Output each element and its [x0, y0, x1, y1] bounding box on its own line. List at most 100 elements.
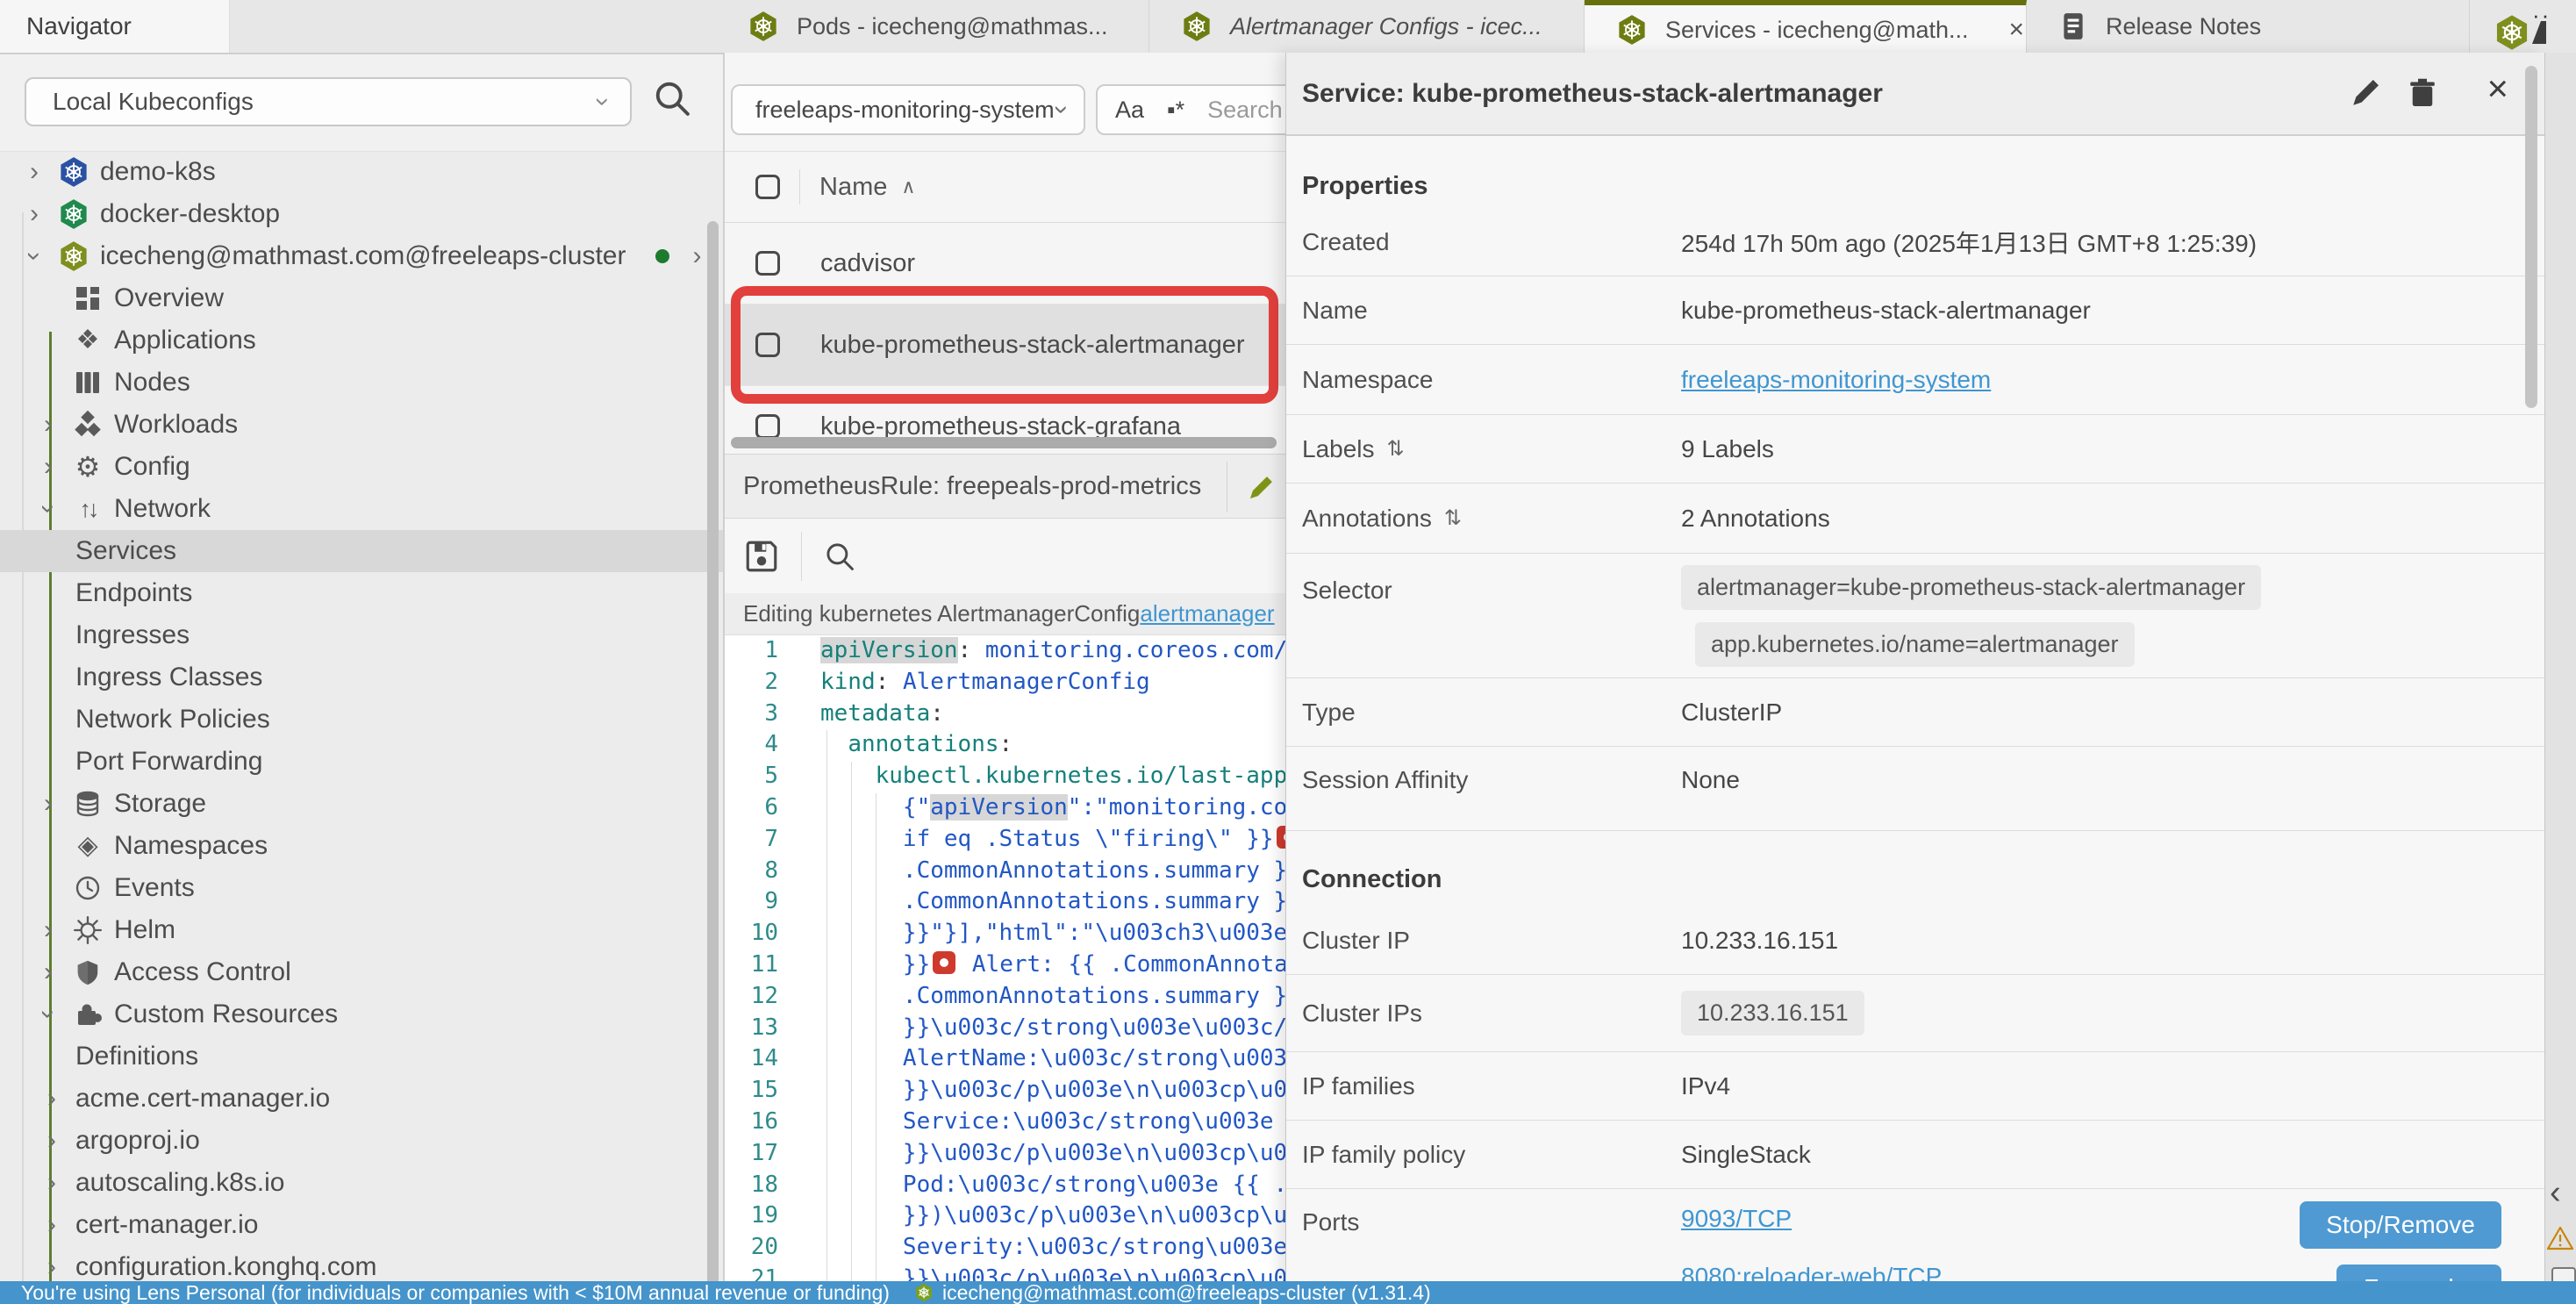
sidebar-item-overview[interactable]: Overview: [0, 277, 724, 319]
edit-icon[interactable]: [1245, 470, 1278, 504]
drawer-scrollbar[interactable]: [2525, 66, 2537, 408]
code-line-13[interactable]: 13 }}\u003c/strong\u003e\u003c/h3: [724, 1013, 1285, 1044]
sidebar-item-config[interactable]: ›⚙Config: [0, 446, 724, 488]
chevron-down-icon[interactable]: ›: [21, 243, 47, 269]
match-case-icon[interactable]: Aa: [1115, 97, 1144, 124]
sidebar-item-access-control[interactable]: ›Access Control: [0, 951, 724, 993]
save-icon[interactable]: [743, 538, 780, 575]
tab-services[interactable]: Services - icecheng@math... ×: [1585, 0, 2027, 54]
chevron-right-icon[interactable]: ›: [35, 917, 61, 943]
sidebar-item-ingress-classes[interactable]: Ingress Classes: [0, 656, 724, 699]
tab-pods[interactable]: Pods - icecheng@mathmas...: [716, 0, 1149, 53]
sidebar-item-applications[interactable]: ❖Applications: [0, 319, 724, 362]
chevron-right-icon[interactable]: ›: [39, 1128, 65, 1154]
sort-asc-icon[interactable]: ∧: [901, 176, 915, 198]
kubeconfig-select[interactable]: Local Kubeconfigs ›: [25, 77, 632, 126]
sidebar-item-storage[interactable]: ›Storage: [0, 783, 724, 825]
chevron-down-icon[interactable]: ›: [35, 1001, 61, 1028]
code-line-14[interactable]: 14 AlertName:\u003c/strong\u003e {: [724, 1043, 1285, 1075]
search-icon[interactable]: [649, 75, 695, 121]
chevron-right-icon[interactable]: ›: [692, 243, 701, 269]
horizontal-scrollbar[interactable]: [731, 437, 1277, 448]
warning-icon[interactable]: [2546, 1225, 2574, 1251]
code-line-17[interactable]: 17 }}\u003c/p\u003e\n\u003cp\u003: [724, 1138, 1285, 1170]
chevron-right-icon[interactable]: ›: [35, 412, 61, 438]
name-column-header[interactable]: Name: [819, 173, 887, 202]
select-all-checkbox[interactable]: [755, 175, 780, 199]
chevron-right-icon[interactable]: ›: [21, 159, 47, 185]
code-line-15[interactable]: 15 }}\u003c/p\u003e\n\u003cp\u003: [724, 1075, 1285, 1107]
sidebar-item-namespaces[interactable]: ◈Namespaces: [0, 825, 724, 867]
chevron-right-icon[interactable]: ›: [35, 791, 61, 817]
sidebar-item-configuration-konghq-com[interactable]: ›configuration.konghq.com: [0, 1246, 724, 1281]
sidebar-item-endpoints[interactable]: Endpoints: [0, 572, 724, 614]
chevron-right-icon[interactable]: ›: [39, 1085, 65, 1112]
expand-toggle-icon[interactable]: ⇅: [1387, 436, 1405, 462]
chevron-right-icon[interactable]: ›: [21, 201, 47, 227]
port-8080-link[interactable]: 8080:reloader-web/TCP: [1681, 1263, 1942, 1281]
chevron-right-icon[interactable]: ›: [35, 454, 61, 480]
yaml-editor[interactable]: 1apiVersion: monitoring.coreos.com/v1alp…: [724, 635, 1285, 1281]
sidebar-item-argoproj-io[interactable]: ›argoproj.io: [0, 1120, 724, 1162]
code-line-5[interactable]: 5 kubectl.kubernetes.io/last-applied-con…: [724, 761, 1285, 792]
sidebar-item-network-policies[interactable]: Network Policies: [0, 699, 724, 741]
tab-release-notes[interactable]: Release Notes: [2027, 0, 2470, 53]
port-9093-link[interactable]: 9093/TCP: [1681, 1205, 1792, 1233]
sidebar-item-services[interactable]: Services: [0, 530, 724, 572]
chevron-right-icon[interactable]: ›: [39, 1170, 65, 1196]
sidebar-item-definitions[interactable]: Definitions: [0, 1035, 724, 1078]
code-line-7[interactable]: 7 if eq .Status \"firing\" }}: [724, 824, 1285, 856]
close-icon[interactable]: ×: [2487, 70, 2508, 107]
regex-icon[interactable]: ▪*: [1167, 97, 1184, 124]
sidebar-item-nodes[interactable]: Nodes: [0, 362, 724, 404]
code-line-1[interactable]: 1apiVersion: monitoring.coreos.com/v1alp…: [724, 635, 1285, 667]
sidebar-item-workloads[interactable]: ›Workloads: [0, 404, 724, 446]
row-checkbox[interactable]: [755, 414, 780, 439]
code-line-10[interactable]: 10 }}"}],"html":"\u003ch3\u003e\u: [724, 918, 1285, 949]
stop-remove-button[interactable]: Stop/Remove: [2300, 1201, 2501, 1249]
sidebar-scrollbar[interactable]: [707, 221, 719, 1296]
close-icon[interactable]: ×: [2009, 17, 2025, 43]
row-checkbox[interactable]: [755, 251, 780, 276]
chevron-left-icon[interactable]: ‹: [2550, 1174, 2561, 1212]
sidebar-item-icecheng-mathmast-com-freeleaps-cluster[interactable]: ›icecheng@mathmast.com@freeleaps-cluster…: [0, 235, 724, 277]
code-line-21[interactable]: 21 }}\u003c/p\u003e\n\u003cp\u003: [724, 1264, 1285, 1281]
sidebar-item-demo-k8s[interactable]: ›demo-k8s: [0, 151, 724, 193]
code-line-3[interactable]: 3metadata:: [724, 699, 1285, 730]
code-line-4[interactable]: 4 annotations:: [724, 729, 1285, 761]
sidebar-item-events[interactable]: Events: [0, 867, 724, 909]
code-line-20[interactable]: 20 Severity:\u003c/strong\u003e {: [724, 1232, 1285, 1264]
forward-button[interactable]: Forward...: [2336, 1265, 2501, 1281]
code-line-9[interactable]: 9 .CommonAnnotations.summary }}-: [724, 886, 1285, 918]
tab-alertmanager-configs[interactable]: Alertmanager Configs - icec...: [1149, 0, 1585, 53]
chevron-right-icon[interactable]: ›: [39, 1212, 65, 1238]
trash-icon[interactable]: [2405, 75, 2440, 111]
namespace-select[interactable]: freeleaps-monitoring-system ›: [731, 84, 1085, 135]
sidebar-item-docker-desktop[interactable]: ›docker-desktop: [0, 193, 724, 235]
expand-toggle-icon[interactable]: ⇅: [1444, 505, 1462, 531]
code-line-11[interactable]: 11 }} Alert: {{ .CommonAnnotations: [724, 949, 1285, 981]
sidebar-item-custom-resources[interactable]: ›Custom Resources: [0, 993, 724, 1035]
code-line-18[interactable]: 18 Pod:\u003c/strong\u003e {{ .Co: [724, 1170, 1285, 1201]
code-line-12[interactable]: 12 .CommonAnnotations.summary }}-: [724, 981, 1285, 1013]
code-line-16[interactable]: 16 Service:\u003c/strong\u003e {{: [724, 1107, 1285, 1138]
code-line-6[interactable]: 6 {"apiVersion":"monitoring.coreos.com/v…: [724, 792, 1285, 824]
code-line-19[interactable]: 19 }})\u003c/p\u003e\n\u003cp\u00: [724, 1200, 1285, 1232]
sidebar-item-network[interactable]: ›↑↓Network: [0, 488, 724, 530]
chevron-right-icon[interactable]: ›: [35, 959, 61, 985]
sidebar-item-cert-manager-io[interactable]: ›cert-manager.io: [0, 1204, 724, 1246]
chevron-right-icon[interactable]: ›: [39, 1254, 65, 1280]
sidebar-item-port-forwarding[interactable]: Port Forwarding: [0, 741, 724, 783]
sidebar-item-acme-cert-manager-io[interactable]: ›acme.cert-manager.io: [0, 1078, 724, 1120]
sidebar-item-autoscaling-k8s-io[interactable]: ›autoscaling.k8s.io: [0, 1162, 724, 1204]
alertmanager-config-link[interactable]: alertmanager: [1140, 600, 1274, 627]
code-line-2[interactable]: 2kind: AlertmanagerConfig: [724, 667, 1285, 699]
chevron-down-icon[interactable]: ›: [35, 496, 61, 522]
sidebar-item-helm[interactable]: ›Helm: [0, 909, 724, 951]
code-line-8[interactable]: 8 .CommonAnnotations.summary }}-: [724, 856, 1285, 887]
edit-icon[interactable]: [2348, 75, 2383, 111]
services-search-box[interactable]: Aa ▪* Search: [1096, 84, 1285, 135]
namespace-link[interactable]: freeleaps-monitoring-system: [1681, 366, 1991, 394]
search-icon[interactable]: [821, 538, 858, 575]
sidebar-item-ingresses[interactable]: Ingresses: [0, 614, 724, 656]
